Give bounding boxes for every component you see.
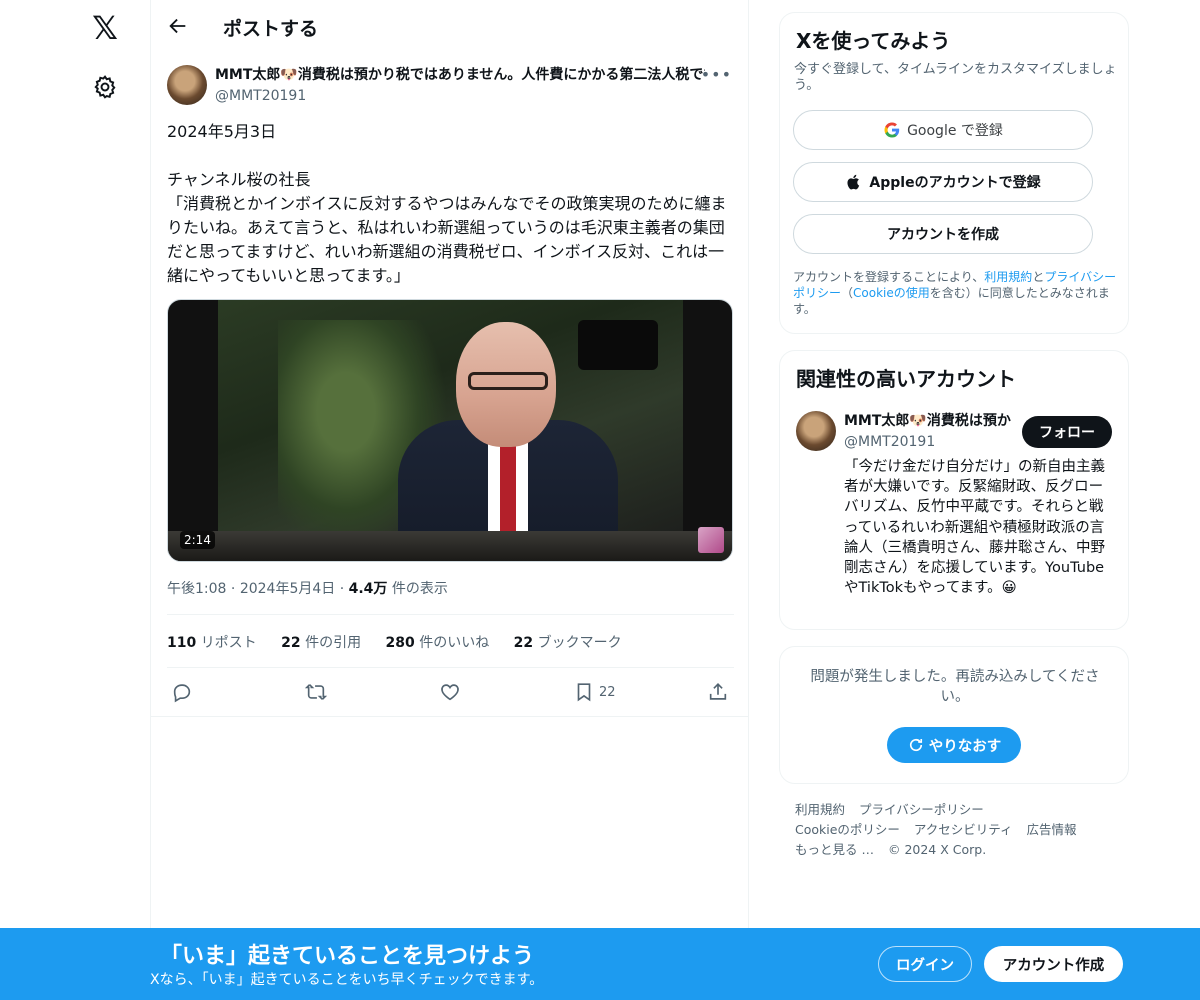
divider xyxy=(167,667,734,668)
banner-create-account-button[interactable]: アカウント作成 xyxy=(984,946,1123,982)
tweet-date[interactable]: 2024年5月4日 xyxy=(240,581,335,597)
footer-copyright: © 2024 X Corp. xyxy=(887,842,987,857)
x-logo-icon[interactable]: 𝕏 xyxy=(89,12,121,44)
google-icon xyxy=(884,122,900,138)
error-card: 問題が発生しました。再読み込みしてください。 やりなおす xyxy=(779,646,1129,784)
video-frame xyxy=(218,300,683,561)
avatar[interactable] xyxy=(796,411,836,451)
left-nav: 𝕏 xyxy=(0,0,150,1000)
main-column: ポストする MMT太郎🐶消費税は預かり税ではありません。人件費にかかる第二法人税… xyxy=(150,0,749,1000)
footer-link-terms[interactable]: 利用規約 xyxy=(795,802,845,817)
author-name[interactable]: MMT太郎🐶消費税は預かり税ではありません。人件費にかかる第二法人税です xyxy=(215,65,705,85)
follow-button[interactable]: フォロー xyxy=(1022,416,1112,448)
page-title: ポストする xyxy=(223,18,319,40)
google-signup-button[interactable]: Google で登録 xyxy=(793,110,1093,150)
signup-legal-text: アカウントを登録することにより、利用規約とプライバシーポリシー（Cookieの使… xyxy=(793,270,1117,316)
quote-stat[interactable]: 22 件の引用 xyxy=(281,635,361,651)
relevant-accounts-card: 関連性の高いアカウント MMT太郎🐶消費税は預かり税ではありません @MMT20… xyxy=(779,350,1129,630)
relevant-account-handle[interactable]: @MMT20191 xyxy=(844,434,935,450)
login-button[interactable]: ログイン xyxy=(878,946,972,982)
author-handle[interactable]: @MMT20191 xyxy=(215,86,306,106)
page-header: ポストする xyxy=(151,0,748,53)
tweet-author: MMT太郎🐶消費税は預かり税ではありません。人件費にかかる第二法人税です @MM… xyxy=(167,65,732,107)
tweet-stats: 110 リポスト 22 件の引用 280 件のいいね 22 ブックマーク xyxy=(167,632,642,652)
like-icon[interactable] xyxy=(439,680,461,704)
divider xyxy=(151,716,749,717)
tweet-text: 2024年5月3日 チャンネル桜の社長 「消費税とかインボイスに反対するやつはみ… xyxy=(167,122,727,285)
like-stat[interactable]: 280 件のいいね xyxy=(386,635,490,651)
signup-subtitle: 今すぐ登録して、タイムラインをカスタマイズしましょう。 xyxy=(794,62,1117,93)
channel-logo-icon xyxy=(698,527,724,553)
signup-card: Xを使ってみよう 今すぐ登録して、タイムラインをカスタマイズしましょう。 Goo… xyxy=(779,12,1129,334)
reply-icon[interactable] xyxy=(171,680,193,704)
tweet-video[interactable]: 2:14 xyxy=(167,299,733,562)
more-options-icon[interactable]: ••• xyxy=(701,65,732,84)
footer-link-privacy[interactable]: プライバシーポリシー xyxy=(859,802,984,817)
tweet-actions: 22 xyxy=(167,680,734,706)
error-message: 問題が発生しました。再読み込みしてください。 xyxy=(810,669,1100,705)
footer-link-cookie[interactable]: Cookieのポリシー xyxy=(795,822,900,837)
apple-icon xyxy=(847,174,860,190)
avatar[interactable] xyxy=(167,65,207,105)
signup-title: Xを使ってみよう xyxy=(796,29,951,53)
bookmark-stat[interactable]: 22 ブックマーク xyxy=(514,635,622,651)
bottom-signup-banner: 「いま」起きていることを見つけよう Xなら、「いま」起きていることをいち早くチェ… xyxy=(0,928,1200,1000)
footer-link-more[interactable]: もっと見る … xyxy=(795,842,874,857)
apple-signup-button[interactable]: Appleのアカウントで登録 xyxy=(793,162,1093,202)
view-count: 4.4万 xyxy=(348,581,388,597)
banner-subtitle: Xなら、「いま」起きていることをいち早くチェックできます。 xyxy=(150,972,544,988)
bookmark-icon[interactable]: 22 xyxy=(573,680,616,704)
repost-icon[interactable] xyxy=(305,680,327,704)
repost-stat[interactable]: 110 リポスト xyxy=(167,635,257,651)
view-label: 件の表示 xyxy=(391,581,448,597)
footer-link-ads[interactable]: 広告情報 xyxy=(1027,822,1077,837)
bookmark-count: 22 xyxy=(599,684,616,700)
banner-title: 「いま」起きていることを見つけよう xyxy=(160,944,535,969)
tweet-meta: 午後1:08 · 2024年5月4日 · 4.4万 件の表示 xyxy=(167,581,448,597)
relevant-account-bio: 「今だけ金だけ自分だけ」の新自由主義者が大嫌いです。反緊縮財政、反グローバリズム… xyxy=(844,459,1105,597)
gear-icon[interactable] xyxy=(92,74,118,100)
video-duration: 2:14 xyxy=(180,531,215,549)
footer-link-accessibility[interactable]: アクセシビリティ xyxy=(914,822,1013,837)
share-icon[interactable] xyxy=(707,680,729,704)
footer-links: 利用規約 プライバシーポリシー Cookieのポリシー アクセシビリティ 広告情… xyxy=(795,800,1115,860)
cookie-link[interactable]: Cookieの使用 xyxy=(853,286,930,300)
terms-link[interactable]: 利用規約 xyxy=(984,270,1032,284)
refresh-icon xyxy=(909,738,922,752)
tweet-time[interactable]: 午後1:08 xyxy=(167,581,226,597)
relevant-account-name[interactable]: MMT太郎🐶消費税は預かり税ではありません xyxy=(844,412,1012,430)
relevant-title: 関連性の高いアカウント xyxy=(796,367,1016,391)
divider xyxy=(167,614,734,615)
back-arrow-icon[interactable] xyxy=(167,15,189,37)
create-account-button[interactable]: アカウントを作成 xyxy=(793,214,1093,254)
retry-button[interactable]: やりなおす xyxy=(887,727,1021,763)
